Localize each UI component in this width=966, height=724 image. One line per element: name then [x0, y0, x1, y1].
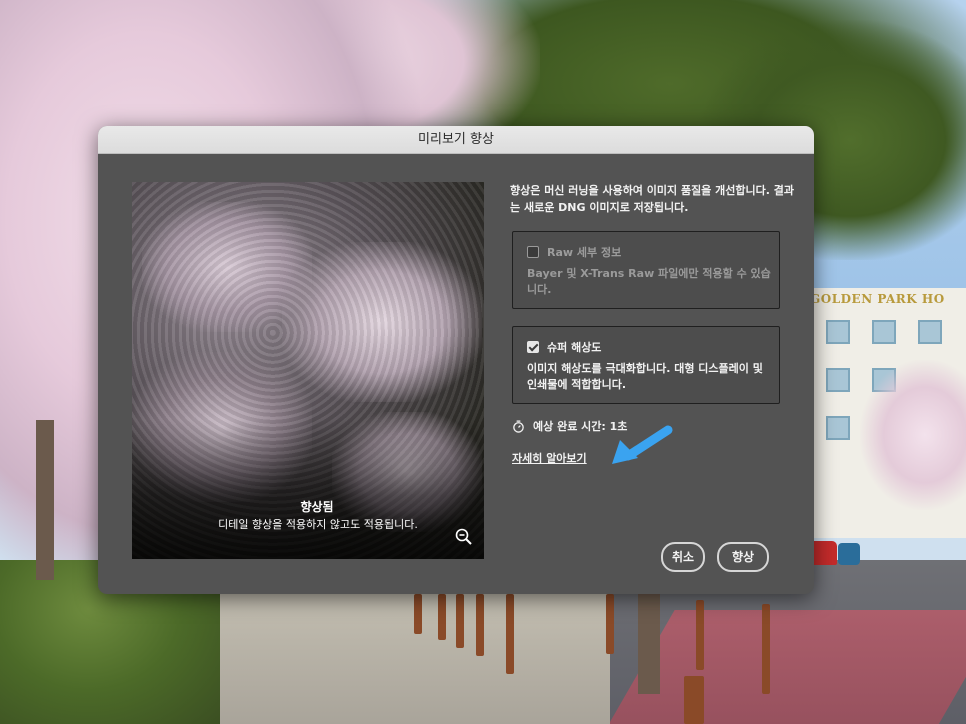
zoom-out-icon[interactable]	[454, 527, 474, 547]
super-resolution-description: 이미지 해상도를 극대화합니다. 대형 디스플레이 및 인쇄물에 적합합니다.	[527, 362, 763, 391]
enhance-description: 향상은 머신 러닝을 사용하여 이미지 품질을 개선합니다. 결과는 새로운 D…	[510, 184, 794, 214]
fence-post	[684, 676, 704, 724]
preview-caption-overlay	[132, 419, 484, 559]
hotel-sign: GOLDEN PARK HO	[810, 292, 945, 306]
building-window	[826, 320, 850, 344]
preview-label-title: 향상됨	[300, 500, 334, 514]
fence-post	[456, 594, 464, 648]
preview-label-description: 디테일 향상을 적용하지 않고도 적용됩니다.	[218, 518, 418, 531]
fence-post	[606, 594, 614, 654]
raw-details-checkbox[interactable]	[527, 246, 539, 258]
option-super-resolution: 슈퍼 해상도 이미지 해상도를 극대화합니다. 대형 디스플레이 및 인쇄물에 …	[512, 326, 780, 404]
options-panel: 향상은 머신 러닝을 사용하여 이미지 품질을 개선합니다. 결과는 새로운 D…	[510, 182, 794, 465]
fence-post	[438, 594, 446, 640]
raw-details-label: Raw 세부 정보	[547, 246, 622, 259]
building-window	[872, 320, 896, 344]
stopwatch-icon	[513, 419, 524, 433]
building-window	[826, 416, 850, 440]
cancel-button[interactable]: 취소	[661, 542, 705, 572]
dialog-title: 미리보기 향상	[98, 126, 814, 154]
super-resolution-label[interactable]: 슈퍼 해상도	[547, 339, 601, 355]
tree-trunk	[36, 420, 54, 580]
enhanced-preview-image[interactable]: 향상됨 디테일 향상을 적용하지 않고도 적용됩니다.	[132, 182, 484, 559]
enhance-button[interactable]: 향상	[717, 542, 769, 572]
fence-post	[696, 600, 704, 670]
cherry-blossom-right	[860, 360, 966, 510]
fence-post	[476, 594, 484, 656]
fence-post	[762, 604, 770, 694]
learn-more-link[interactable]: 자세히 알아보기	[512, 450, 587, 466]
raw-details-description: Bayer 및 X-Trans Raw 파일에만 적용할 수 있습니다.	[527, 267, 771, 296]
fence-post	[506, 594, 514, 674]
tree-trunk	[638, 594, 660, 694]
blue-car	[838, 543, 860, 565]
annotation-arrow-icon	[612, 425, 673, 464]
option-raw-details: Raw 세부 정보 Bayer 및 X-Trans Raw 파일에만 적용할 수…	[512, 231, 780, 309]
fence-post	[414, 594, 422, 634]
building-window	[918, 320, 942, 344]
building-window	[826, 368, 850, 392]
enhance-preview-dialog: 미리보기 향상 향상됨 디테일 향상을 적용하지 않고도 적용됩니다. 향상은 …	[98, 126, 814, 594]
super-resolution-checkbox[interactable]	[527, 341, 539, 353]
